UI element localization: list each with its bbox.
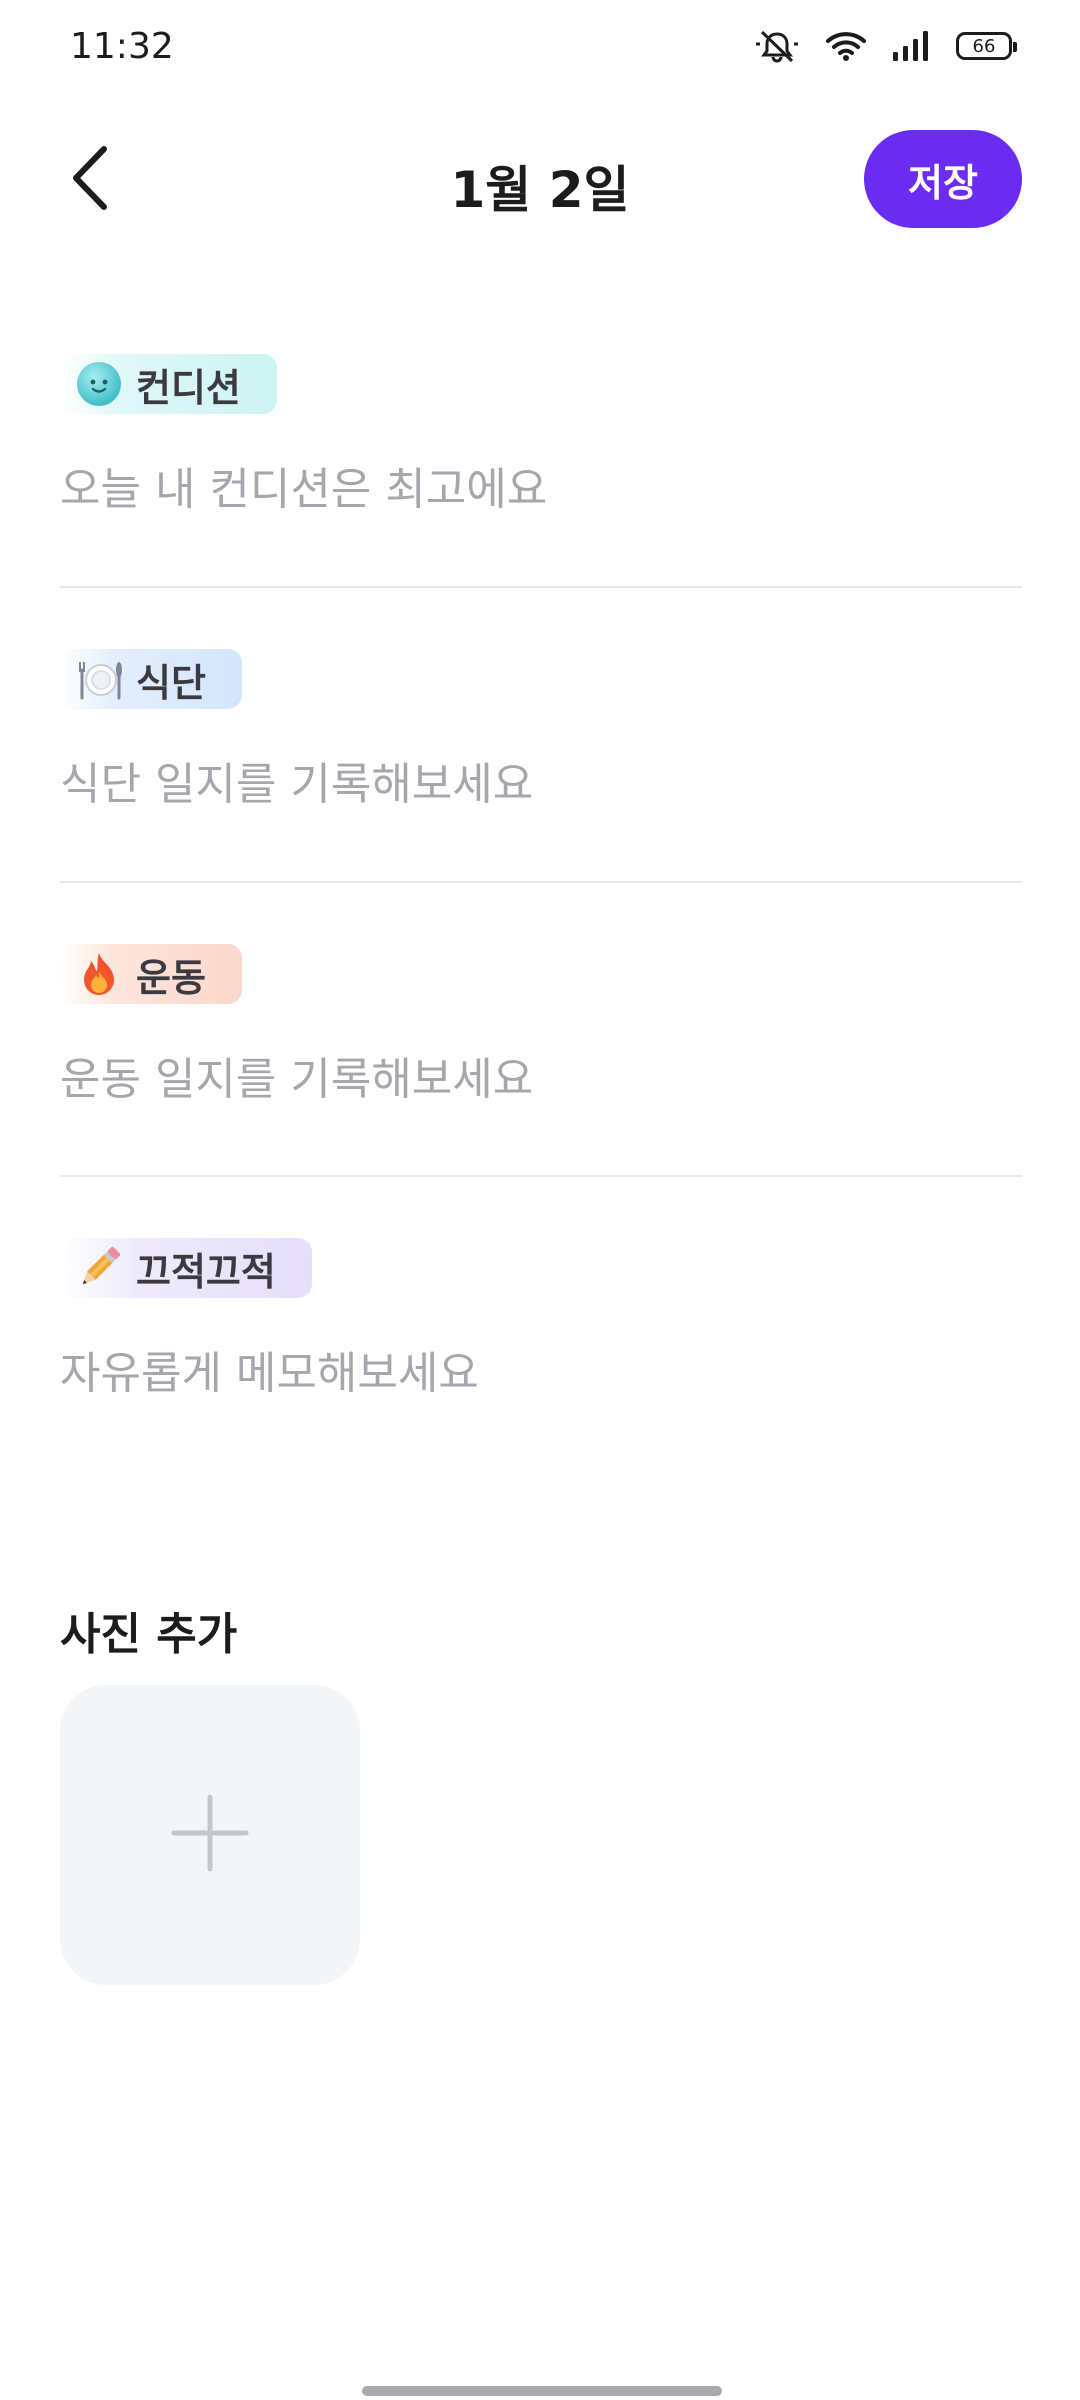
section-memo: 끄적끄적 bbox=[60, 1238, 1022, 1399]
fire-icon bbox=[76, 951, 122, 997]
smiley-face-icon bbox=[76, 361, 122, 407]
tag-condition-label: 컨디션 bbox=[136, 365, 241, 410]
tag-meal-label: 식단 bbox=[136, 660, 206, 705]
save-button[interactable]: 저장 bbox=[864, 130, 1022, 228]
wifi-icon bbox=[826, 30, 866, 62]
meal-input[interactable] bbox=[60, 759, 1022, 810]
status-icons: 66 bbox=[754, 28, 1017, 64]
exercise-input[interactable] bbox=[60, 1054, 1022, 1105]
battery-level: 66 bbox=[972, 35, 996, 57]
photo-section-title: 사진 추가 bbox=[60, 1609, 238, 1660]
section-condition: 컨디션 bbox=[60, 354, 1022, 515]
memo-input[interactable] bbox=[60, 1348, 1022, 1399]
add-photo-button[interactable] bbox=[60, 1685, 360, 1985]
pencil-icon bbox=[76, 1245, 122, 1291]
battery-icon: 66 bbox=[956, 32, 1017, 60]
tag-condition: 컨디션 bbox=[60, 354, 277, 414]
status-bar: 11:32 66 bbox=[0, 0, 1080, 96]
tag-memo: 끄적끄적 bbox=[60, 1238, 312, 1298]
divider bbox=[60, 881, 1022, 883]
tag-exercise-label: 운동 bbox=[136, 955, 206, 1000]
fork-plate-icon bbox=[76, 656, 122, 702]
tag-exercise: 운동 bbox=[60, 944, 242, 1004]
home-indicator[interactable] bbox=[362, 2386, 722, 2396]
diary-edit-screen: 11:32 66 1월 2일 저장 컨디션 오늘 내 컨디션은 최고에요 식단 … bbox=[0, 0, 1080, 2400]
section-exercise: 운동 bbox=[60, 944, 1022, 1105]
tag-meal: 식단 bbox=[60, 649, 242, 709]
plus-icon bbox=[170, 1793, 250, 1877]
signal-icon bbox=[892, 30, 930, 62]
status-time: 11:32 bbox=[70, 26, 174, 67]
section-meal: 식단 bbox=[60, 649, 1022, 810]
condition-input[interactable] bbox=[60, 464, 1022, 515]
header: 1월 2일 저장 bbox=[0, 130, 1080, 230]
divider bbox=[60, 1175, 1022, 1177]
divider bbox=[60, 586, 1022, 588]
tag-memo-label: 끄적끄적 bbox=[136, 1249, 276, 1294]
silent-bell-icon bbox=[754, 28, 800, 64]
